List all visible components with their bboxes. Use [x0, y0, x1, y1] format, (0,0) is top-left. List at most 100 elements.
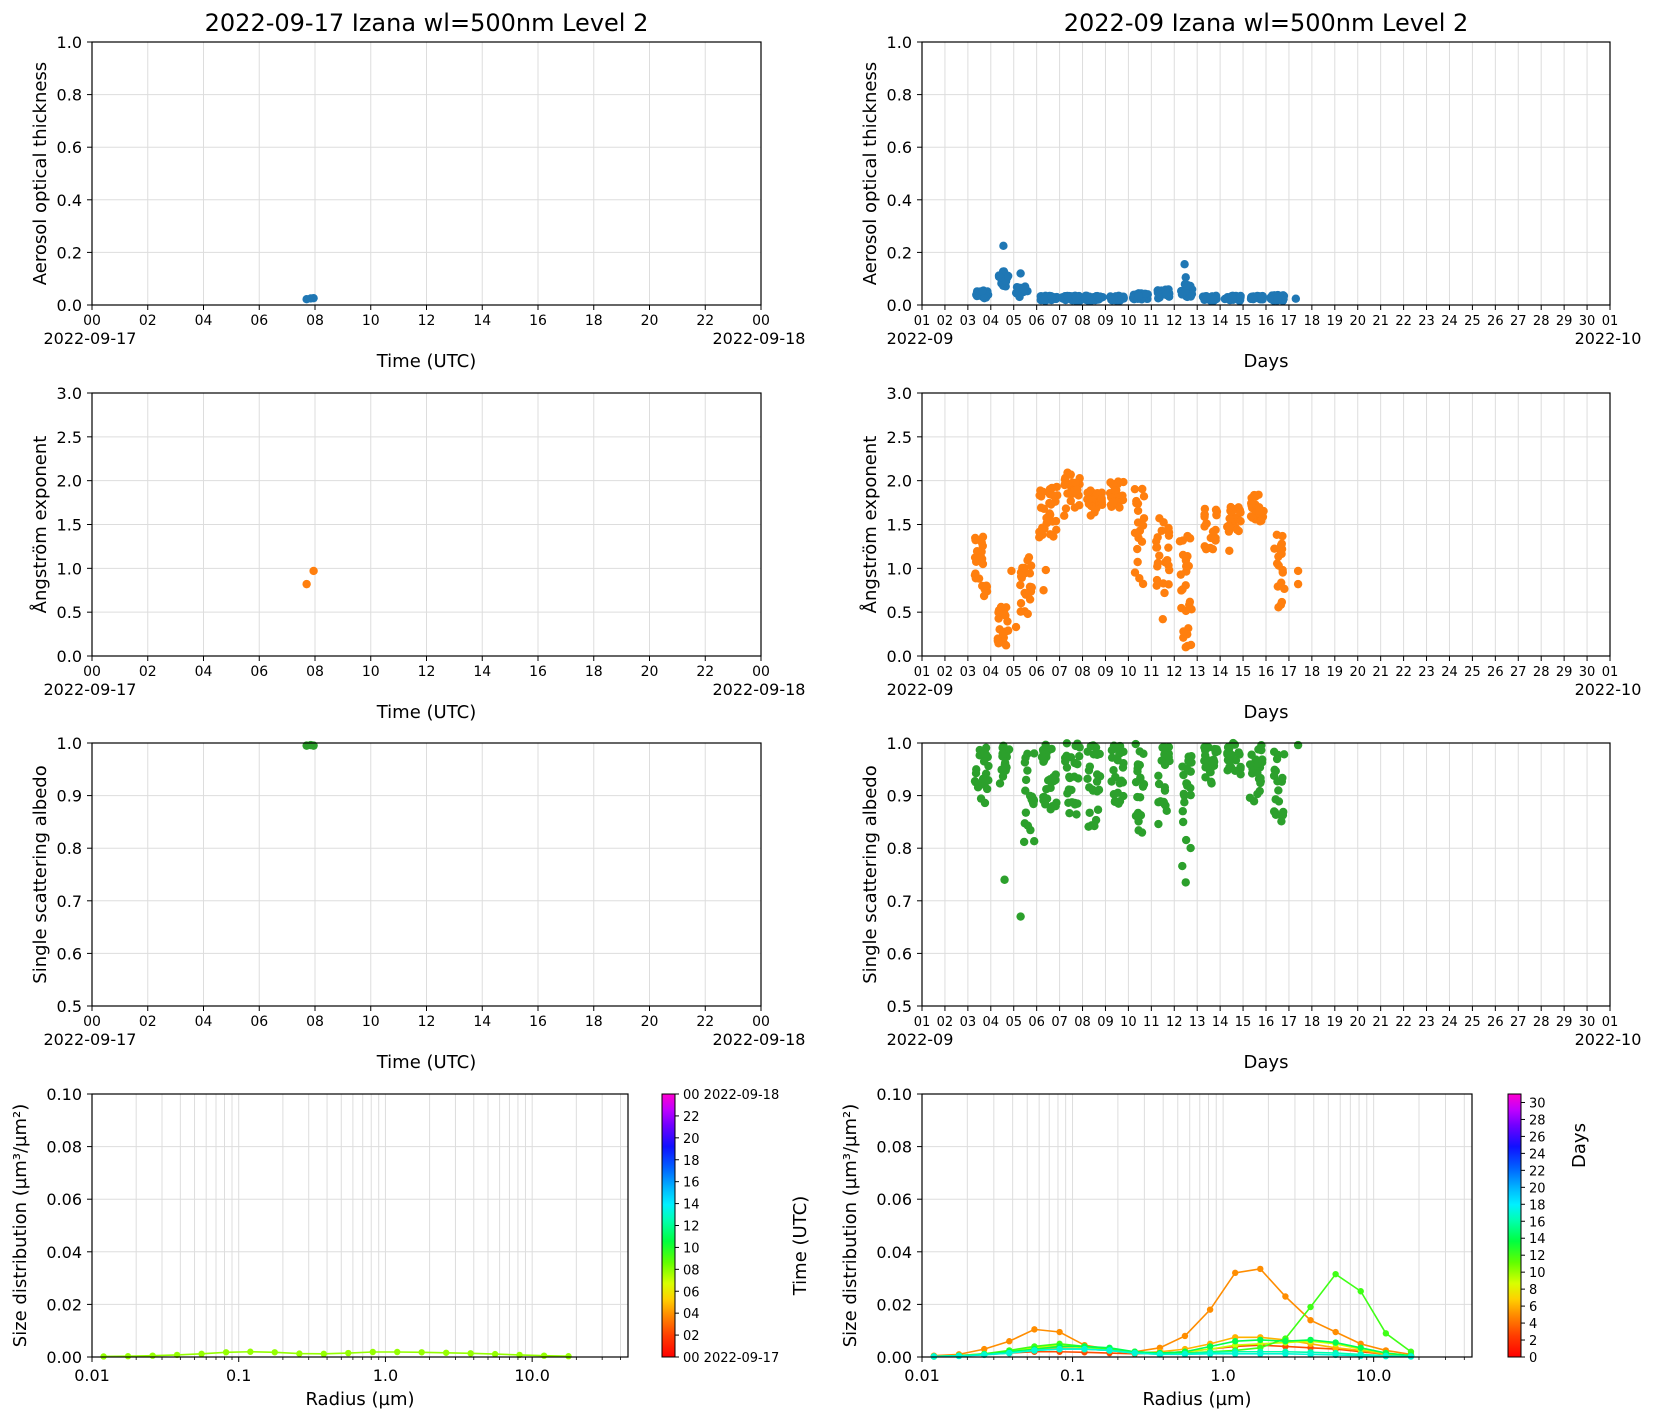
y-tick-label: 0.2	[887, 243, 912, 262]
x-tick-label: 27	[1510, 314, 1527, 329]
y-tick-label: 1.0	[887, 559, 912, 578]
data-point	[1226, 502, 1235, 512]
y-tick-label: 0.5	[887, 997, 912, 1016]
y-tick-label: 0.10	[46, 1085, 82, 1104]
data-point	[1200, 751, 1210, 760]
data-point	[979, 757, 989, 766]
data-point	[1003, 617, 1012, 626]
y-tick-label: 1.0	[57, 559, 82, 578]
x-tick-label: 01	[1602, 314, 1619, 329]
data-point	[1007, 566, 1016, 576]
data-point	[1181, 878, 1190, 887]
y-tick-label: 0.08	[876, 1138, 912, 1157]
y-tick-label: 0.6	[887, 944, 912, 963]
x-tick-label: 02	[139, 313, 157, 329]
ssa-day-y-axis-label: Single scattering albedo	[30, 765, 51, 983]
x-date-end: 2022-09-18	[713, 1030, 806, 1049]
data-point	[1045, 517, 1054, 526]
data-point	[996, 602, 1006, 612]
ang-month-x-axis-label: Days	[1244, 702, 1289, 723]
y-tick-label: 0.2	[57, 243, 82, 262]
x-tick-label: 19	[1327, 1015, 1344, 1030]
x-tick-label: 17	[1281, 665, 1298, 680]
y-tick-label: 1.0	[57, 734, 82, 753]
x-tick-label: 16	[1258, 314, 1275, 329]
ang-day-marks	[302, 566, 318, 589]
x-tick-label: 0.1	[1060, 1366, 1085, 1385]
data-point	[1083, 774, 1092, 784]
x-tick-label: 04	[983, 1015, 1000, 1030]
x-tick-label: 14	[1212, 1015, 1229, 1030]
x-tick-label: 0.1	[226, 1366, 251, 1385]
data-point	[1211, 748, 1220, 757]
data-point	[1086, 511, 1095, 520]
data-point	[1277, 810, 1286, 820]
data-point	[1109, 497, 1118, 507]
x-tick-label: 10.0	[1356, 1366, 1392, 1385]
data-point	[1225, 546, 1234, 555]
colorbar-tick-label: 16	[683, 1176, 700, 1191]
data-point	[1164, 543, 1173, 552]
x-tick-label: 30	[1579, 665, 1596, 680]
colorbar-tick-label: 08	[683, 1263, 700, 1278]
data-point	[1212, 507, 1222, 516]
x-tick-label: 28	[1533, 665, 1550, 680]
series-point	[1031, 1326, 1038, 1333]
y-tick-label: 2.0	[887, 472, 912, 491]
x-tick-label: 30	[1579, 1015, 1596, 1030]
colorbar-tick-label: 14	[683, 1198, 700, 1213]
data-point	[1255, 506, 1264, 515]
colorbar-tick-label: 18	[1529, 1198, 1546, 1213]
y-tick-label: 0.0	[887, 647, 912, 666]
x-tick-label: 21	[1372, 314, 1389, 329]
x-tick-label: 03	[960, 314, 977, 329]
data-point	[1272, 530, 1282, 539]
x-tick-label: 22	[696, 664, 714, 680]
x-tick-label: 00	[752, 1014, 770, 1030]
ang-day-x-axis-label: Time (UTC)	[376, 702, 477, 723]
ang-day-chart: 00 02 04 06 08 10 12 14 16 18 20 22 002022-09-17 2022…	[29, 384, 805, 723]
data-point	[1270, 765, 1279, 775]
data-point	[994, 639, 1003, 648]
x-tick-label: 01	[914, 665, 931, 680]
y-tick-label: 0.04	[876, 1243, 912, 1262]
x-tick-label: 00	[83, 664, 101, 680]
x-tick-label: 07	[1051, 665, 1068, 680]
ang-month-marks	[970, 468, 1303, 652]
data-point	[999, 241, 1008, 251]
y-tick-label: 0.8	[887, 839, 912, 858]
data-point	[1021, 808, 1031, 817]
data-point	[1082, 291, 1091, 301]
series-point	[1332, 1339, 1339, 1346]
ssa-day-grid	[91, 742, 762, 1007]
data-point	[1162, 290, 1171, 299]
x-tick-label: 10	[1120, 314, 1137, 329]
data-point	[1160, 783, 1170, 792]
x-tick-label: 12	[418, 313, 436, 329]
data-point	[1175, 537, 1185, 546]
x-tick-label: 08	[1074, 665, 1091, 680]
data-point	[1139, 514, 1149, 523]
data-point	[1246, 512, 1256, 521]
x-tick-label: 11	[1143, 314, 1160, 329]
data-point	[1020, 819, 1029, 828]
data-point	[1160, 743, 1169, 752]
x-tick-label: 03	[960, 665, 977, 680]
x-tick-label: 02	[937, 665, 954, 680]
data-point	[1227, 293, 1237, 303]
data-point	[1227, 750, 1236, 760]
series-point	[540, 1352, 548, 1359]
ssa-day-marks	[302, 740, 318, 750]
size-month-chart: 0.01 0.1 1.0 10.0 0.00 0.02 0.04 0.06 0.08 0.10 Ra…	[840, 1085, 1590, 1410]
x-tick-label: 13	[1189, 1015, 1206, 1030]
data-point	[1045, 498, 1054, 508]
data-point	[1208, 527, 1218, 536]
x-date-start: 2022-09-17	[44, 329, 137, 348]
data-point	[1107, 777, 1116, 786]
data-point	[1021, 786, 1030, 795]
ang-day-x-ticks: 00 02 04 06 08 10 12 14 16 18 20 22 002022-09-17 2022…	[44, 656, 805, 699]
x-tick-label: 05	[1005, 665, 1022, 680]
x-tick-label: 06	[250, 1014, 268, 1030]
colorbar-tick-label: 14	[1529, 1232, 1546, 1247]
series-point	[1206, 1343, 1214, 1350]
